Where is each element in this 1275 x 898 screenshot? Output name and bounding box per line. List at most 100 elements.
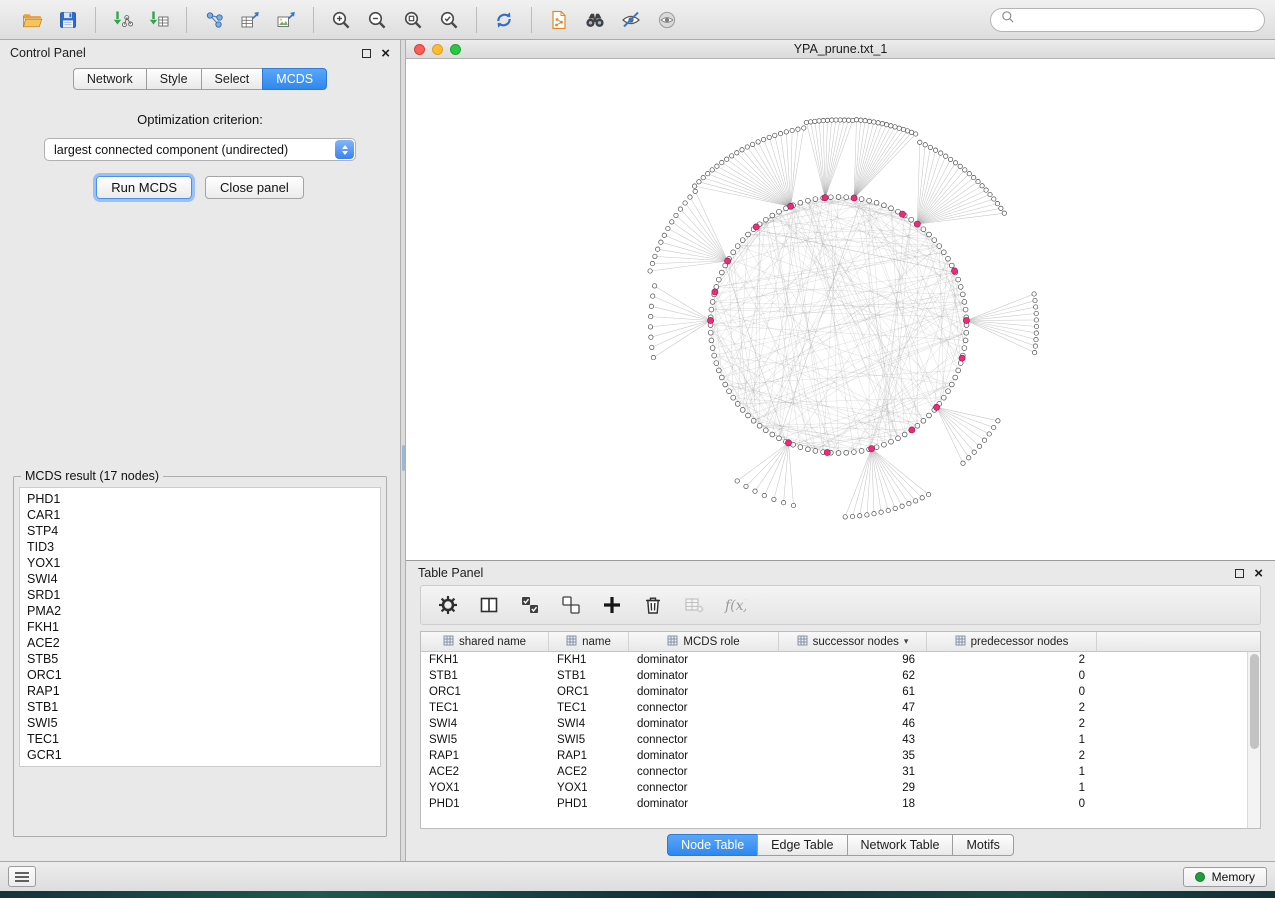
close-panel-icon[interactable]: × <box>381 46 390 61</box>
scrollbar-thumb[interactable] <box>1250 654 1259 749</box>
table-row-rap1[interactable]: RAP1RAP1dominator352 <box>421 748 1260 764</box>
result-node-pma2[interactable]: PMA2 <box>20 603 380 619</box>
toolbar-separator <box>95 7 96 33</box>
import-network-from-file-icon[interactable] <box>107 5 139 35</box>
result-node-orc1[interactable]: ORC1 <box>20 667 380 683</box>
cell: 47 <box>779 702 927 714</box>
delete-columns-icon[interactable] <box>640 592 666 618</box>
table-row-yox1[interactable]: YOX1YOX1connector291 <box>421 780 1260 796</box>
network-titlebar[interactable]: YPA_prune.txt_1 <box>406 40 1275 59</box>
table-header-row: shared namenameMCDS rolesuccessor nodes▾… <box>421 632 1260 652</box>
network-title: YPA_prune.txt_1 <box>406 42 1275 56</box>
deselect-all-rows-icon[interactable] <box>558 592 584 618</box>
zoom-in-icon[interactable] <box>325 5 357 35</box>
memory-button[interactable]: Memory <box>1183 867 1267 887</box>
column-header-mcds-role[interactable]: MCDS role <box>629 632 779 651</box>
result-node-tec1[interactable]: TEC1 <box>20 731 380 747</box>
tab-edge-table[interactable]: Edge Table <box>757 834 846 856</box>
close-window-icon[interactable] <box>414 44 425 55</box>
result-node-yox1[interactable]: YOX1 <box>20 555 380 571</box>
result-node-swi5[interactable]: SWI5 <box>20 715 380 731</box>
zoom-out-icon[interactable] <box>361 5 393 35</box>
panel-menu-button[interactable] <box>8 866 36 887</box>
close-panel-button[interactable]: Close panel <box>205 176 304 199</box>
minimize-window-icon[interactable] <box>432 44 443 55</box>
result-node-stb1[interactable]: STB1 <box>20 699 380 715</box>
search-input[interactable] <box>1022 13 1255 27</box>
column-header-successor-nodes[interactable]: successor nodes▾ <box>779 632 927 651</box>
cell: SWI4 <box>421 718 549 730</box>
dropdown-stepper-icon <box>335 140 354 159</box>
zoom-fit-icon[interactable] <box>397 5 429 35</box>
open-session-icon[interactable] <box>16 5 48 35</box>
result-node-stb5[interactable]: STB5 <box>20 651 380 667</box>
table-settings-gear-icon[interactable] <box>435 592 461 618</box>
function-builder-icon: f(x) <box>722 592 748 618</box>
network-canvas[interactable] <box>406 59 1275 560</box>
float-table-icon[interactable] <box>1235 569 1244 578</box>
result-node-ace2[interactable]: ACE2 <box>20 635 380 651</box>
result-node-rap1[interactable]: RAP1 <box>20 683 380 699</box>
control-panel: Control Panel × NetworkStyleSelectMCDS O… <box>0 40 400 861</box>
tab-mcds[interactable]: MCDS <box>262 68 327 90</box>
table-row-phd1[interactable]: PHD1PHD1dominator180 <box>421 796 1260 812</box>
cell: 2 <box>927 654 1097 666</box>
tab-node-table[interactable]: Node Table <box>667 834 757 856</box>
table-panel-title: Table Panel <box>418 566 483 580</box>
table-scrollbar[interactable] <box>1247 652 1260 828</box>
result-node-swi4[interactable]: SWI4 <box>20 571 380 587</box>
zoom-selected-icon[interactable] <box>433 5 465 35</box>
result-node-phd1[interactable]: PHD1 <box>20 491 380 507</box>
table-panel-header: Table Panel × <box>406 561 1275 585</box>
run-mcds-button[interactable]: Run MCDS <box>96 176 192 199</box>
criterion-dropdown[interactable]: largest connected component (undirected) <box>44 138 356 161</box>
result-node-tid3[interactable]: TID3 <box>20 539 380 555</box>
show-graphics-icon[interactable] <box>651 5 683 35</box>
result-node-fkh1[interactable]: FKH1 <box>20 619 380 635</box>
table-row-orc1[interactable]: ORC1ORC1dominator610 <box>421 684 1260 700</box>
table-row-tec1[interactable]: TEC1TEC1connector472 <box>421 700 1260 716</box>
tab-motifs[interactable]: Motifs <box>952 834 1013 856</box>
column-header-shared-name[interactable]: shared name <box>421 632 549 651</box>
chevron-down-icon: ▾ <box>904 636 909 647</box>
tab-style[interactable]: Style <box>146 68 201 90</box>
toggle-graphics-details-icon[interactable] <box>615 5 647 35</box>
result-node-car1[interactable]: CAR1 <box>20 507 380 523</box>
table-row-swi5[interactable]: SWI5SWI5connector431 <box>421 732 1260 748</box>
refresh-layout-icon[interactable] <box>488 5 520 35</box>
tab-select[interactable]: Select <box>201 68 263 90</box>
cell: connector <box>629 782 779 794</box>
export-image-icon[interactable] <box>270 5 302 35</box>
control-tabs: NetworkStyleSelectMCDS <box>0 66 400 90</box>
maximize-window-icon[interactable] <box>450 44 461 55</box>
column-header-predecessor-nodes[interactable]: predecessor nodes <box>927 632 1097 651</box>
tab-network-table[interactable]: Network Table <box>847 834 953 856</box>
table-row-fkh1[interactable]: FKH1FKH1dominator962 <box>421 652 1260 668</box>
share-document-icon[interactable] <box>543 5 575 35</box>
select-all-rows-icon[interactable] <box>517 592 543 618</box>
export-network-icon[interactable] <box>198 5 230 35</box>
table-row-ace2[interactable]: ACE2ACE2connector311 <box>421 764 1260 780</box>
cell: dominator <box>629 718 779 730</box>
show-columns-icon[interactable] <box>476 592 502 618</box>
export-table-icon[interactable] <box>234 5 266 35</box>
table-row-stb1[interactable]: STB1STB1dominator620 <box>421 668 1260 684</box>
save-session-icon[interactable] <box>52 5 84 35</box>
add-column-icon[interactable] <box>599 592 625 618</box>
import-table-from-file-icon[interactable] <box>143 5 175 35</box>
cell: ACE2 <box>421 766 549 778</box>
column-header-name[interactable]: name <box>549 632 629 651</box>
tab-network[interactable]: Network <box>73 68 146 90</box>
result-node-gcr1[interactable]: GCR1 <box>20 747 380 763</box>
result-node-srd1[interactable]: SRD1 <box>20 587 380 603</box>
search-binoculars-icon[interactable] <box>579 5 611 35</box>
result-node-stp4[interactable]: STP4 <box>20 523 380 539</box>
cell: PHD1 <box>549 798 629 810</box>
column-grid-icon <box>955 635 966 649</box>
mcds-result-box: MCDS result (17 nodes) PHD1CAR1STP4TID3Y… <box>13 469 387 837</box>
table-row-swi4[interactable]: SWI4SWI4dominator462 <box>421 716 1260 732</box>
close-table-icon[interactable]: × <box>1254 566 1263 581</box>
float-panel-icon[interactable] <box>362 49 371 58</box>
search-box[interactable] <box>990 8 1265 32</box>
splitter-handle-icon[interactable] <box>402 445 405 471</box>
